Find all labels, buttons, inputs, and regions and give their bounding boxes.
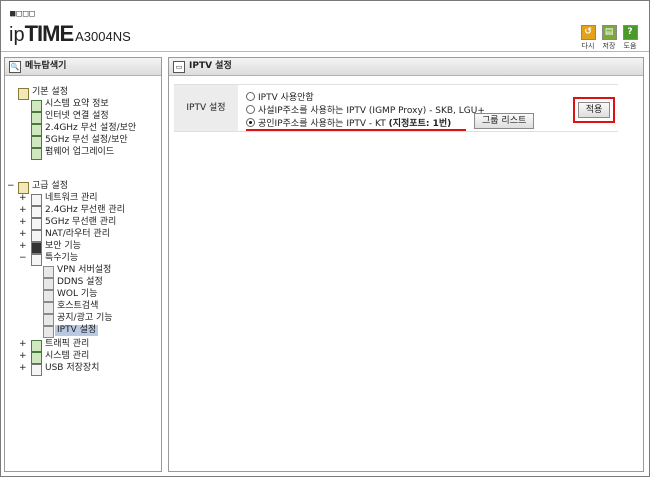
page-icon [43,290,54,302]
expand-icon[interactable]: + [19,193,27,203]
expand-icon[interactable]: + [19,241,27,251]
tree-basic-settings[interactable]: 기본 설정 [32,87,68,98]
brand-ip: ip [9,24,25,46]
page-icon [31,124,42,136]
window-icon: ▭ [173,61,185,73]
tree-item-system[interactable]: 시스템 관리 [45,351,89,362]
apply-highlight: 적용 [573,97,615,123]
refresh-icon: ↺ [580,25,596,40]
page-icon [31,148,42,160]
lock-icon [31,242,42,254]
wireless-icon [31,218,42,230]
expand-icon[interactable]: + [19,229,27,239]
tree-item-wireless-24[interactable]: 2.4GHz 무선 설정/보안 [45,123,136,134]
expand-icon[interactable]: + [19,363,27,373]
wireless-icon [31,206,42,218]
tree-item-internet-setup[interactable]: 인터넷 연결 설정 [45,111,109,122]
header: ■□□□ ipTIME A3004NS ↺ 다시 ▤ 저장 ? 도움 [1,1,649,51]
tree-item-usb[interactable]: USB 저장장치 [45,363,99,374]
save-button[interactable]: ▤ 저장 [599,25,619,51]
tree-item-iptv[interactable]: IPTV 설정 [55,325,99,336]
apply-button[interactable]: 적용 [578,102,610,118]
radio-iptv-public[interactable] [246,118,255,127]
page-icon [31,112,42,124]
tree-item-firmware[interactable]: 펌웨어 업그레이드 [45,147,114,158]
tree-item-security[interactable]: 보안 기능 [45,241,81,252]
page-icon [31,100,42,112]
refresh-button[interactable]: ↺ 다시 [578,25,598,51]
tree-advanced-settings[interactable]: 고급 설정 [32,181,68,192]
collapse-icon[interactable]: − [7,181,15,191]
page-icon [43,266,54,278]
group-list-button[interactable]: 그룹 리스트 [474,113,535,129]
option-iptv-public[interactable]: 공인IP주소를 사용하는 IPTV - KT (지정포트: 1번) [246,116,451,129]
iptv-settings-row: IPTV 설정 IPTV 사용안함 사설IP주소를 사용하는 IPTV (IGM… [174,84,618,132]
help-icon: ? [622,25,638,40]
menu-explorer-panel: 🔍 메뉴탐색기 기본 설정 시스템 요약 정보 인터넷 연결 설정 2.4GHz… [4,57,162,472]
page-icon [31,136,42,148]
help-label: 도움 [623,42,637,50]
magnifier-icon: 🔍 [9,61,21,73]
special-icon [31,254,42,266]
page-icon [43,278,54,290]
router-icon [31,230,42,242]
tree-item-host-search[interactable]: 호스트검색 [57,301,98,312]
save-icon: ▤ [601,25,617,40]
page-icon [43,314,54,326]
option-iptv-off[interactable]: IPTV 사용안함 [246,90,314,103]
radio-iptv-off[interactable] [246,92,255,101]
tree-item-special[interactable]: 특수기능 [45,253,78,264]
usb-icon [31,364,42,376]
model-name: A3004NS [75,29,131,44]
traffic-icon [31,340,42,352]
menu-explorer-title: 🔍 메뉴탐색기 [5,58,161,76]
header-divider [1,51,649,52]
tree-item-system-summary[interactable]: 시스템 요약 정보 [45,99,109,110]
content-title: ▭ IPTV 설정 [169,58,643,76]
tree-item-nat[interactable]: NAT/라우터 관리 [45,229,110,240]
page-icon [43,302,54,314]
tree-item-wlan-5[interactable]: 5GHz 무선랜 관리 [45,217,116,228]
system-icon [31,352,42,364]
tree-item-ddns[interactable]: DDNS 설정 [57,277,103,288]
iptv-row-label: IPTV 설정 [174,85,238,131]
designated-port-note: (지정포트: 1번) [388,119,452,129]
tree-item-vpn[interactable]: VPN 서버설정 [57,265,111,276]
save-label: 저장 [602,42,616,50]
radio-iptv-private[interactable] [246,105,255,114]
page-icon [43,326,54,338]
content-panel: ▭ IPTV 설정 IPTV 설정 IPTV 사용안함 사설IP주소를 사용하는… [168,57,644,472]
tree-item-traffic[interactable]: 트래픽 관리 [45,339,89,350]
logo-dots: ■□□□ [10,9,36,19]
highlight-underline [246,129,466,131]
expand-icon[interactable]: + [19,205,27,215]
collapse-icon[interactable]: − [19,253,27,263]
tree-item-notice[interactable]: 공지/광고 기능 [57,313,113,324]
tree-item-network[interactable]: 네트워크 관리 [45,193,98,204]
tree-item-wlan-24[interactable]: 2.4GHz 무선랜 관리 [45,205,125,216]
tree-item-wireless-5[interactable]: 5GHz 무선 설정/보안 [45,135,128,146]
tree-item-wol[interactable]: WOL 기능 [57,289,97,300]
folder-icon [18,88,29,100]
brand-time: TIME [24,21,75,46]
option-iptv-private[interactable]: 사설IP주소를 사용하는 IPTV (IGMP Proxy) - SKB, LG… [246,103,485,116]
network-icon [31,194,42,206]
expand-icon[interactable]: + [19,339,27,349]
help-button[interactable]: ? 도움 [620,25,640,51]
refresh-label: 다시 [581,42,595,50]
brand-logo: ipTIME A3004NS [9,21,131,47]
expand-icon[interactable]: + [19,351,27,361]
expand-icon[interactable]: + [19,217,27,227]
